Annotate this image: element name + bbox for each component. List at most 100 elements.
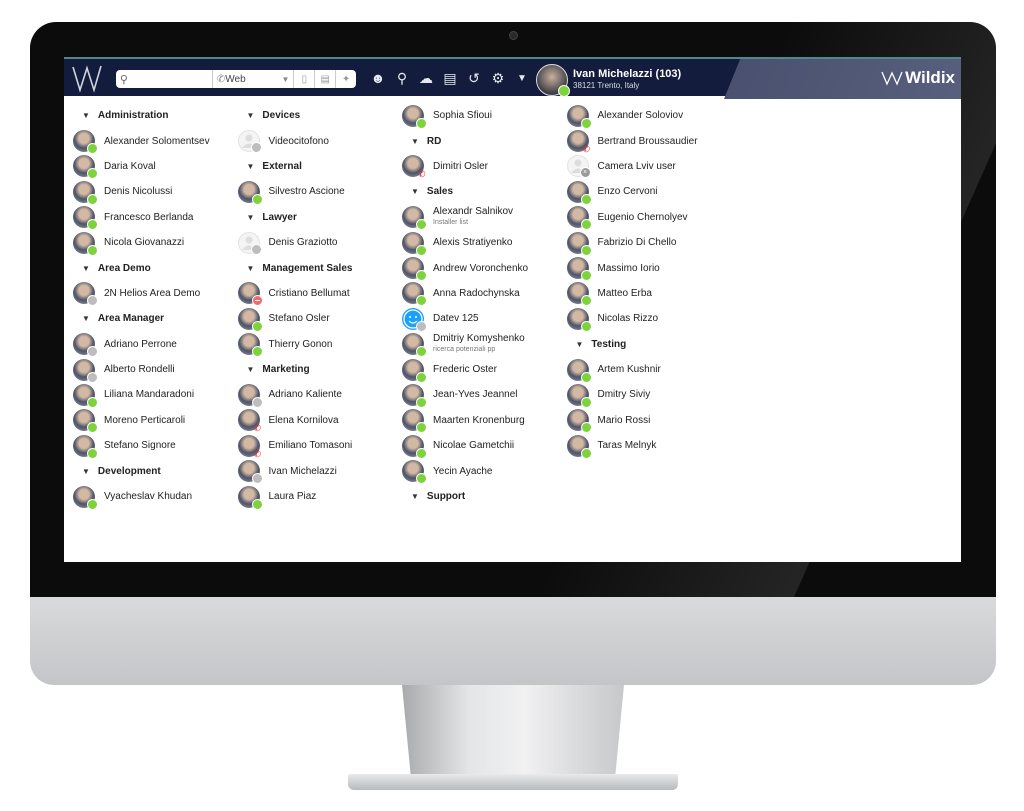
contact-item[interactable]: Adriano Kaliente: [237, 382, 402, 408]
contact-item[interactable]: Dmitry Siviy: [566, 382, 731, 408]
contact-item[interactable]: Thierry Gonon: [237, 332, 402, 358]
camera-icon: [509, 31, 518, 40]
group-header[interactable]: ▼ Devices: [237, 103, 402, 128]
contact-item[interactable]: ✆ Bertrand Broussaudier: [566, 128, 731, 154]
group-header[interactable]: ▼ Support: [401, 484, 566, 509]
contact-text: Anna Radochynska: [433, 288, 520, 299]
contact-item[interactable]: Moreno Perticaroli: [72, 408, 237, 434]
contact-avatar: [73, 383, 98, 408]
mobile-transfer-button[interactable]: ▯: [293, 70, 314, 88]
group-label: Marketing: [262, 364, 310, 376]
contact-item[interactable]: 2N Helios Area Demo: [72, 281, 237, 307]
contact-name: Frederic Oster: [433, 364, 497, 376]
caret-down-icon: ▼: [246, 212, 255, 222]
contact-item[interactable]: Taras Melnyk: [566, 433, 731, 459]
contact-text: Bertrand Broussaudier: [598, 136, 698, 147]
group-header[interactable]: ▼ Testing: [566, 332, 731, 357]
contact-item[interactable]: Datev 125: [401, 306, 566, 332]
contact-item[interactable]: Videocitofono: [237, 128, 402, 154]
contact-item[interactable]: Artem Kushnir: [566, 357, 731, 383]
contact-item[interactable]: × Camera Lviv user: [566, 154, 731, 179]
pin-button[interactable]: ✦: [335, 70, 356, 88]
group-header[interactable]: ▼ External: [237, 154, 402, 179]
location-pin-icon[interactable]: ⚲: [393, 70, 411, 88]
contact-item[interactable]: Alexander Solomentsev: [72, 128, 237, 155]
status-online-icon: [87, 498, 98, 510]
contact-item[interactable]: Matteo Erba: [566, 281, 731, 307]
search-input[interactable]: [131, 71, 212, 87]
group-header[interactable]: ▼ Area Manager: [72, 306, 237, 331]
contact-text: Silvestro Ascione: [269, 186, 345, 197]
contact-name: Alexander Solomentsev: [104, 135, 210, 147]
contact-item[interactable]: Francesco Berlanda: [72, 205, 237, 231]
contact-item[interactable]: ✆ Dimitri Osler: [401, 154, 566, 179]
contact-name: Silvestro Ascione: [268, 186, 345, 198]
contact-item[interactable]: Nicola Giovanazzi: [72, 230, 237, 256]
contact-item[interactable]: Nicolas Rizzo: [566, 306, 731, 332]
contact-item[interactable]: Sophia Sfioui: [401, 103, 566, 129]
contact-item[interactable]: Silvestro Ascione: [237, 179, 402, 205]
history-icon[interactable]: ↺: [465, 70, 483, 88]
group-header[interactable]: ▼ Development: [72, 458, 237, 483]
group-header[interactable]: ▼ Sales: [401, 179, 566, 204]
status-online-icon: [416, 473, 427, 485]
contact-avatar: [566, 104, 592, 129]
contact-text: Alberto Rondelli: [104, 364, 175, 375]
group-header[interactable]: ▼ Management Sales: [237, 255, 402, 280]
contact-name: Cristiano Bellumat: [268, 287, 350, 299]
caret-down-icon: ▼: [411, 492, 419, 502]
status-online-icon: [580, 371, 592, 383]
fax-button[interactable]: ▤: [314, 70, 335, 88]
contact-item[interactable]: Stefano Signore: [72, 433, 237, 459]
contact-item[interactable]: Cristiano Bellumat: [237, 281, 402, 307]
group-label: Management Sales: [262, 262, 353, 274]
contact-item[interactable]: Alexis Stratiyenko: [401, 230, 566, 256]
users-icon[interactable]: ☻: [369, 70, 387, 88]
contact-item[interactable]: Anna Radochynska: [401, 281, 566, 307]
contact-item[interactable]: Yecin Ayache: [401, 458, 566, 485]
contact-avatar: [73, 231, 98, 256]
settings-icon[interactable]: ⚙: [489, 70, 507, 88]
contact-item[interactable]: Massimo Iorio: [566, 255, 731, 282]
contact-item[interactable]: ✆ Elena Kornilova: [237, 408, 402, 433]
contact-item[interactable]: Eugenio Chernolyev: [566, 205, 731, 231]
user-avatar[interactable]: [536, 64, 570, 97]
contact-avatar: [237, 460, 263, 485]
group-header[interactable]: ▼ Administration: [72, 103, 237, 128]
contact-item[interactable]: Mario Rossi: [566, 408, 731, 434]
contact-item[interactable]: Ivan Michelazzi: [237, 458, 402, 485]
group-header[interactable]: ▼ Marketing: [237, 357, 402, 382]
contact-item[interactable]: Fabrizio Di Chello: [566, 230, 731, 256]
contact-item[interactable]: Frederic Oster: [401, 357, 566, 383]
phonebook-icon[interactable]: ▤: [441, 70, 459, 88]
contact-item[interactable]: Nicolae Gametchii: [401, 433, 566, 459]
group-header[interactable]: ▼ Lawyer: [237, 205, 402, 230]
contact-item[interactable]: Daria Koval: [72, 154, 237, 180]
contact-item[interactable]: Denis Nicolussi: [72, 179, 237, 205]
contact-text: Stefano Osler: [269, 313, 330, 324]
contact-item[interactable]: Alexandr Salnikov Installer list: [401, 205, 566, 231]
contact-item[interactable]: Laura Piaz: [237, 484, 402, 510]
contact-item[interactable]: Vyacheslav Khudan: [72, 484, 237, 510]
contact-item[interactable]: Maarten Kronenburg: [401, 408, 566, 434]
wildix-w-logo[interactable]: [70, 62, 104, 94]
contact-item[interactable]: Andrew Voronchenko: [401, 255, 566, 282]
contact-item[interactable]: ✆ Emiliano Tomasoni: [237, 433, 402, 458]
contact-item[interactable]: Enzo Cervoni: [566, 179, 731, 205]
group-header[interactable]: ▼ Area Demo: [72, 255, 237, 280]
contact-item[interactable]: Liliana Mandaradoni: [72, 382, 237, 408]
call-mode-select[interactable]: ✆Web ▼: [211, 70, 294, 88]
contact-item[interactable]: Alexander Soloviov: [566, 103, 731, 129]
contact-item[interactable]: Dmitriy Komyshenko ricerca potenziali pp: [401, 332, 566, 358]
chevron-down-icon[interactable]: ▼: [513, 70, 531, 88]
group-header[interactable]: ▼ RD: [401, 128, 566, 153]
contact-item[interactable]: Denis Graziotto: [237, 230, 402, 255]
contact-text: Francesco Berlanda: [104, 212, 194, 223]
contact-item[interactable]: Adriano Perrone: [72, 332, 237, 358]
contact-item[interactable]: Jean-Yves Jeannel: [401, 382, 566, 408]
contact-name: Anna Radochynska: [433, 287, 520, 299]
contact-item[interactable]: Stefano Osler: [237, 306, 402, 332]
chat-icon[interactable]: ☁: [417, 70, 435, 88]
user-name[interactable]: Ivan Michelazzi (103): [573, 68, 681, 80]
contact-item[interactable]: Alberto Rondelli: [72, 357, 237, 383]
